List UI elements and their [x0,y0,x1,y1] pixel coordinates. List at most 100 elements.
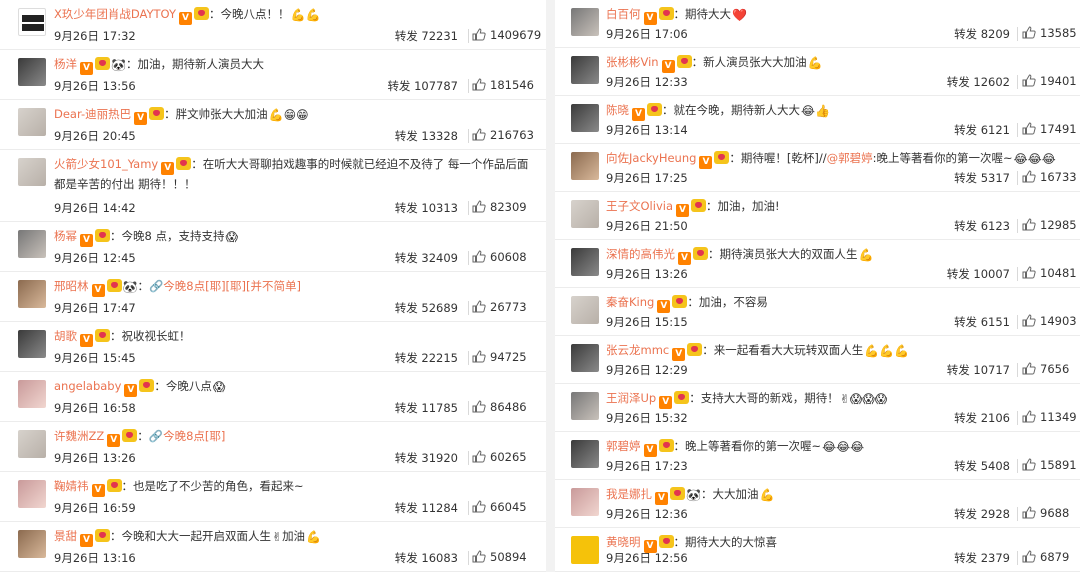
repost-count[interactable]: 转发 5408 [954,458,1010,474]
avatar[interactable] [571,344,599,372]
avatar[interactable] [571,296,599,324]
mention-link[interactable]: @郭碧婷 [827,151,873,165]
repost-count[interactable]: 转发 32409 [395,250,458,266]
like-button[interactable]: 6879 [1022,550,1069,564]
avatar[interactable] [18,380,46,408]
avatar[interactable] [571,8,599,36]
repost-count[interactable]: 转发 2379 [954,550,1010,566]
like-button[interactable]: 13585 [1022,26,1077,40]
like-button[interactable]: 19401 [1022,74,1077,88]
like-button[interactable]: 16733 [1022,170,1077,184]
username-link[interactable]: 景甜 [54,529,77,543]
username-link[interactable]: 黄晓明 [606,535,641,549]
username-link[interactable]: 王子文Olivia [606,199,673,213]
repost-count[interactable]: 转发 22215 [395,350,458,366]
like-button[interactable]: 9688 [1022,506,1069,520]
comment-link[interactable]: 🔗今晚8点[耶][耶][并不简单] [149,279,301,293]
username-link[interactable]: 我是娜扎 [606,487,652,501]
like-button[interactable]: 86486 [472,400,527,414]
avatar[interactable] [571,392,599,420]
comment-date: 9月26日 13:16 [54,551,136,565]
avatar[interactable] [18,108,46,136]
username-link[interactable]: 杨幂 [54,229,77,243]
like-button[interactable]: 60608 [472,250,527,264]
repost-count[interactable]: 转发 8209 [954,26,1010,42]
repost-count[interactable]: 转发 11785 [395,400,458,416]
avatar[interactable] [571,488,599,516]
repost-count[interactable]: 转发 10717 [947,362,1010,378]
username-link[interactable]: 秦奋King [606,295,654,309]
repost-count[interactable]: 转发 10007 [947,266,1010,282]
avatar[interactable] [18,230,46,258]
avatar[interactable] [571,200,599,228]
username-link[interactable]: 向佐JackyHeung [606,151,696,165]
username-link[interactable]: 火箭少女101_Yamy [54,157,158,171]
avatar[interactable] [571,152,599,180]
avatar[interactable] [18,8,46,36]
avatar[interactable] [18,530,46,558]
avatar[interactable] [18,430,46,458]
avatar[interactable] [18,480,46,508]
username-link[interactable]: 胡歌 [54,329,77,343]
repost-value: 11785 [421,401,458,415]
avatar[interactable] [571,104,599,132]
repost-count[interactable]: 转发 31920 [395,450,458,466]
like-button[interactable]: 216763 [472,128,534,142]
repost-count[interactable]: 转发 6151 [954,314,1010,330]
like-button[interactable]: 7656 [1022,362,1069,376]
username-link[interactable]: 深情的高伟光 [606,247,675,261]
avatar[interactable] [18,158,46,186]
avatar[interactable] [571,440,599,468]
repost-count[interactable]: 转发 2106 [954,410,1010,426]
avatar[interactable] [18,58,46,86]
like-button[interactable]: 82309 [472,200,527,214]
username-link[interactable]: 鞠婧祎 [54,479,89,493]
like-button[interactable]: 1409679 [472,28,541,42]
comment-link[interactable]: 🔗今晚8点[耶] [149,429,226,443]
repost-count[interactable]: 转发 6123 [954,218,1010,234]
repost-count[interactable]: 转发 6121 [954,122,1010,138]
repost-count[interactable]: 转发 5317 [954,170,1010,186]
repost-count[interactable]: 转发 10313 [395,200,458,216]
username-link[interactable]: 陈晓 [606,103,629,117]
username-link[interactable]: angelababy [54,379,121,393]
like-button[interactable]: 50894 [472,550,527,564]
like-button[interactable]: 10481 [1022,266,1077,280]
like-button[interactable]: 94725 [472,350,527,364]
like-button[interactable]: 12985 [1022,218,1077,232]
verified-v-icon: V [678,252,691,265]
username-link[interactable]: 邢昭林 [54,279,89,293]
username-link[interactable]: 张云龙mmc [606,343,669,357]
repost-count[interactable]: 转发 2928 [954,506,1010,522]
repost-count[interactable]: 转发 16083 [395,550,458,566]
repost-count[interactable]: 转发 11284 [395,500,458,516]
username-link[interactable]: 许魏洲ZZ [54,429,104,443]
repost-count[interactable]: 转发 52689 [395,300,458,316]
avatar[interactable] [18,280,46,308]
avatar[interactable] [571,56,599,84]
username-link[interactable]: 郭碧婷 [606,439,641,453]
avatar[interactable] [571,248,599,276]
username-link[interactable]: 张彬彬Vin [606,55,659,69]
like-button[interactable]: 181546 [472,78,534,92]
username-link[interactable]: 白百何 [606,7,641,21]
repost-count[interactable]: 转发 107787 [387,78,458,94]
avatar[interactable] [571,536,599,564]
like-button[interactable]: 14903 [1022,314,1077,328]
repost-count[interactable]: 转发 12602 [947,74,1010,90]
username-link[interactable]: 杨洋 [54,57,77,71]
like-button[interactable]: 60265 [472,450,527,464]
like-button[interactable]: 17491 [1022,122,1077,136]
like-button[interactable]: 66045 [472,500,527,514]
username-link[interactable]: 王润泽Up [606,391,656,405]
like-button[interactable]: 11349 [1022,410,1077,424]
like-button[interactable]: 26773 [472,300,527,314]
divider [1017,27,1018,41]
username-link[interactable]: X玖少年团肖战DAYTOY [54,7,176,21]
like-button[interactable]: 15891 [1022,458,1077,472]
repost-count[interactable]: 转发 13328 [395,128,458,144]
username-link[interactable]: Dear-迪丽热巴 [54,107,131,121]
repost-count[interactable]: 转发 72231 [395,28,458,44]
avatar[interactable] [18,330,46,358]
comment-row: Dear-迪丽热巴 V ：胖文帅张大大加油💪😁😁 9月26日 20:45 转发 1332… [0,100,546,150]
